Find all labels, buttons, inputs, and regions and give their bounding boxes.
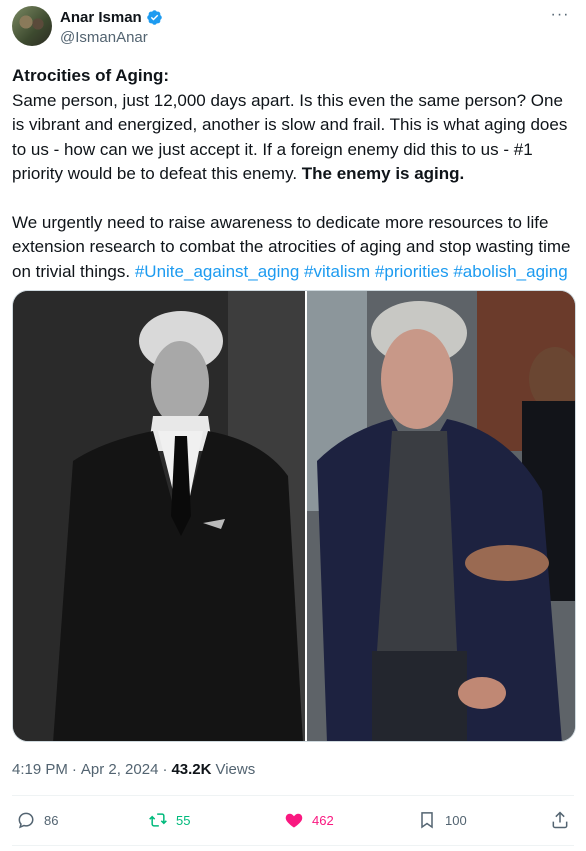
tweet-text: Atrocities of Aging: Same person, just 1…	[12, 64, 576, 284]
hashtag-link[interactable]: #vitalism	[304, 262, 370, 281]
tweet-media[interactable]	[12, 290, 576, 742]
display-name[interactable]: Anar Isman	[60, 9, 142, 26]
tweet-date[interactable]: Apr 2, 2024	[81, 761, 159, 778]
tweet-body-1-bold: The enemy is aging.	[301, 164, 465, 183]
views-label: Views	[215, 761, 256, 778]
tweet-body-1: Same person, just 12,000 days apart. Is …	[12, 90, 568, 184]
repost-icon	[149, 813, 167, 827]
author-name-row[interactable]: Anar Isman	[60, 9, 163, 26]
tweet-header: Anar Isman @IsmanAnar ···	[12, 6, 574, 48]
divider	[12, 845, 574, 846]
photo-young[interactable]	[13, 291, 305, 741]
heart-icon	[285, 813, 303, 828]
tweet-title: Atrocities of Aging:	[12, 66, 170, 85]
hashtag-link[interactable]: #abolish_aging	[453, 262, 567, 281]
young-person-illustration	[13, 291, 305, 741]
like-button[interactable]: 462	[284, 806, 334, 834]
photo-old[interactable]	[307, 291, 575, 741]
author-handle[interactable]: @IsmanAnar	[60, 29, 148, 46]
bookmark-icon	[421, 812, 433, 829]
meta-separator: ·	[71, 761, 77, 778]
old-person-illustration	[307, 291, 575, 741]
reply-button[interactable]: 86	[16, 806, 58, 834]
bookmark-count: 100	[445, 812, 467, 828]
bookmark-button[interactable]: 100	[417, 806, 467, 834]
reply-icon	[18, 812, 34, 829]
hashtag-link[interactable]: #Unite_against_aging	[135, 262, 299, 281]
share-button[interactable]	[550, 806, 570, 834]
verified-badge-icon	[146, 10, 162, 25]
divider	[12, 795, 574, 796]
reply-count: 86	[44, 812, 59, 828]
tweet-meta: 4:19 PM · Apr 2, 2024 · 43.2K Views	[12, 761, 255, 778]
more-options-icon[interactable]: ···	[548, 7, 572, 28]
action-bar: 86 55 462 100	[12, 806, 574, 834]
meta-separator: ·	[162, 761, 168, 778]
hashtag-link[interactable]: #priorities	[375, 262, 449, 281]
repost-count: 55	[176, 812, 191, 828]
avatar[interactable]	[12, 6, 52, 46]
repost-button[interactable]: 55	[148, 806, 190, 834]
views-count: 43.2K	[171, 761, 212, 778]
share-icon	[552, 811, 568, 829]
like-count: 462	[312, 812, 334, 828]
tweet-time[interactable]: 4:19 PM	[12, 761, 68, 778]
